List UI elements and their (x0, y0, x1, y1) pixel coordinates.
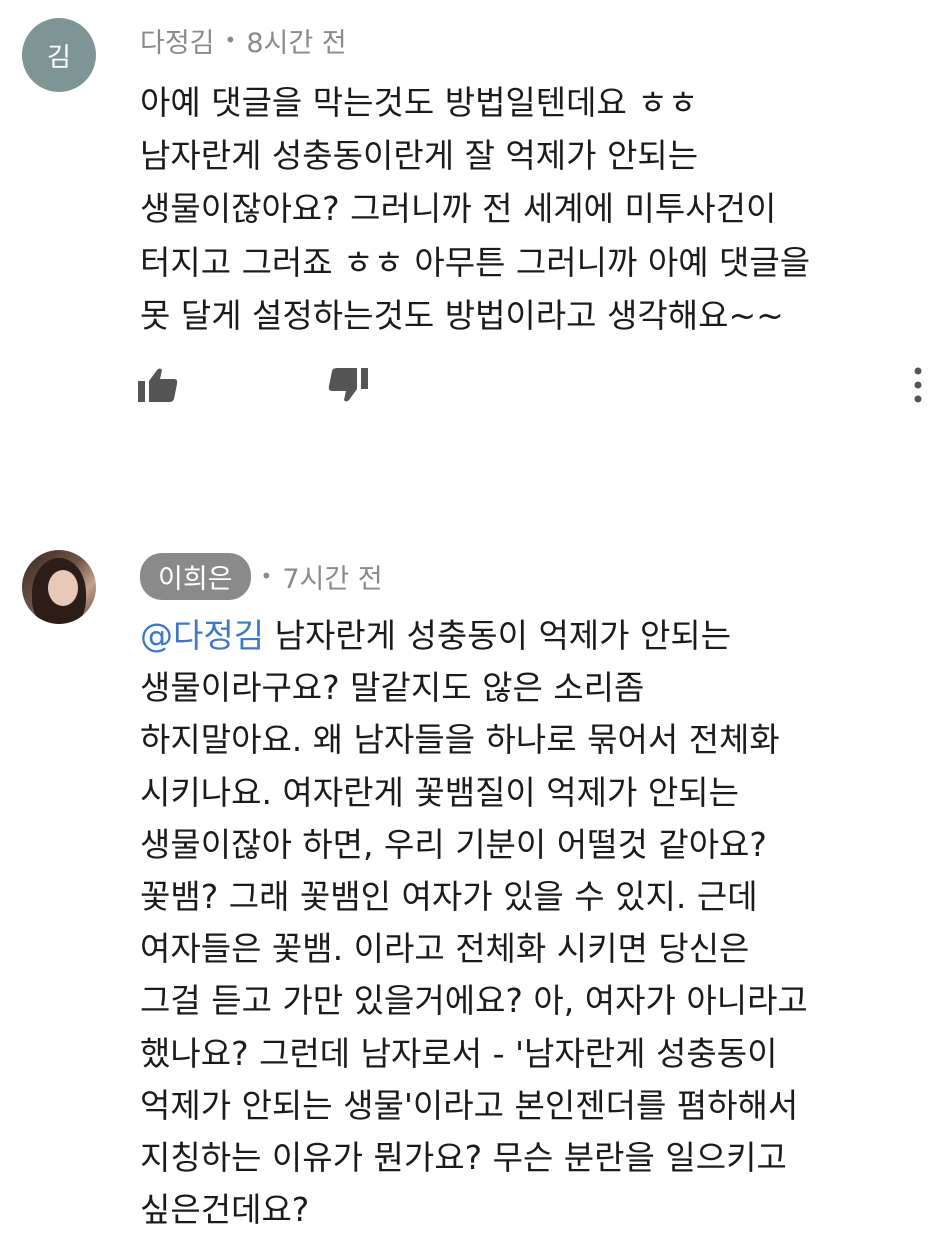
dislike-button[interactable] (320, 360, 376, 410)
comment-line: 싶은건데요? (140, 1190, 310, 1230)
comment-line-text: 남자란게 성충동이 억제가 안되는 (264, 616, 732, 655)
comment-item: 김 다정김 • 8시간 전 아예 댓글을 막는것도 방법일텐데요 ㅎㅎ 남자란게… (0, 0, 933, 450)
comment-line: 했나요? 그런데 남자로서 - '남자란게 성충동이 (140, 1033, 778, 1073)
comment-header: 이희은 • 7시간 전 (140, 552, 383, 600)
comment-line: 생물이잖아요? 그러니까 전 세계에 미투사건이 (140, 189, 777, 229)
comment-text: @다정김 남자란게 성충동이 억제가 안되는 생물이라구요? 말같지도 않은 소… (140, 610, 921, 1236)
avatar[interactable] (22, 550, 96, 624)
comment-line: 억제가 안되는 생물'이라고 본인젠더를 폄하해서 (140, 1085, 799, 1125)
more-options-button[interactable] (906, 360, 930, 410)
avatar-photo-face (48, 570, 78, 606)
thumbs-up-icon (138, 368, 178, 402)
comment-line: 생물이잖아 하면, 우리 기분이 어떨것 같아요? (140, 824, 767, 864)
comment-text: 아예 댓글을 막는것도 방법일텐데요 ㅎㅎ 남자란게 성충동이란게 잘 억제가 … (140, 76, 921, 342)
separator-dot: • (224, 28, 237, 52)
comment-header: 다정김 • 8시간 전 (140, 20, 347, 60)
timestamp[interactable]: 7시간 전 (282, 557, 382, 596)
comment-line: 못 달게 설정하는것도 방법이라고 생각해요~~ (140, 295, 784, 335)
comment-line: 그걸 듣고 가만 있을거에요? 아, 여자가 아니라고 (140, 981, 808, 1021)
thumbs-down-icon (328, 368, 368, 402)
separator-dot: • (260, 564, 273, 588)
comment-line: 여자들은 꽃뱀. 이라고 전체화 시키면 당신은 (140, 929, 750, 969)
comment-line: 시키나요. 여자란게 꽃뱀질이 억제가 안되는 (140, 772, 739, 812)
comment-line: @다정김 남자란게 성충동이 억제가 안되는 (140, 610, 921, 662)
avatar-letter: 김 (47, 42, 71, 73)
like-button[interactable] (130, 360, 186, 410)
comment-line: 아예 댓글을 막는것도 방법일텐데요 ㅎㅎ (140, 83, 699, 122)
comment-line: 꽃뱀? 그래 꽃뱀인 여자가 있을 수 있지. 근데 (140, 876, 758, 916)
author-name[interactable]: 다정김 (140, 21, 215, 60)
more-vertical-icon (914, 367, 922, 403)
timestamp[interactable]: 8시간 전 (246, 21, 346, 60)
comment-line: 터지고 그러죠 ㅎㅎ 아무튼 그러니까 아예 댓글을 (140, 242, 811, 282)
author-name[interactable]: 이희은 (140, 552, 251, 600)
comment-line: 남자란게 성충동이란게 잘 억제가 안되는 (140, 136, 699, 176)
comment-actions (130, 360, 922, 410)
comment-line: 지칭하는 이유가 뭔가요? 무슨 분란을 일으키고 (140, 1137, 787, 1177)
mention-link[interactable]: @다정김 (140, 616, 264, 655)
avatar[interactable]: 김 (22, 18, 96, 92)
comment-line: 하지말아요. 왜 남자들을 하나로 묶어서 전체화 (140, 720, 780, 760)
comment-item: 이희은 • 7시간 전 @다정김 남자란게 성충동이 억제가 안되는 생물이라구… (0, 530, 933, 1229)
comment-line: 생물이라구요? 말같지도 않은 소리좀 (140, 668, 645, 708)
